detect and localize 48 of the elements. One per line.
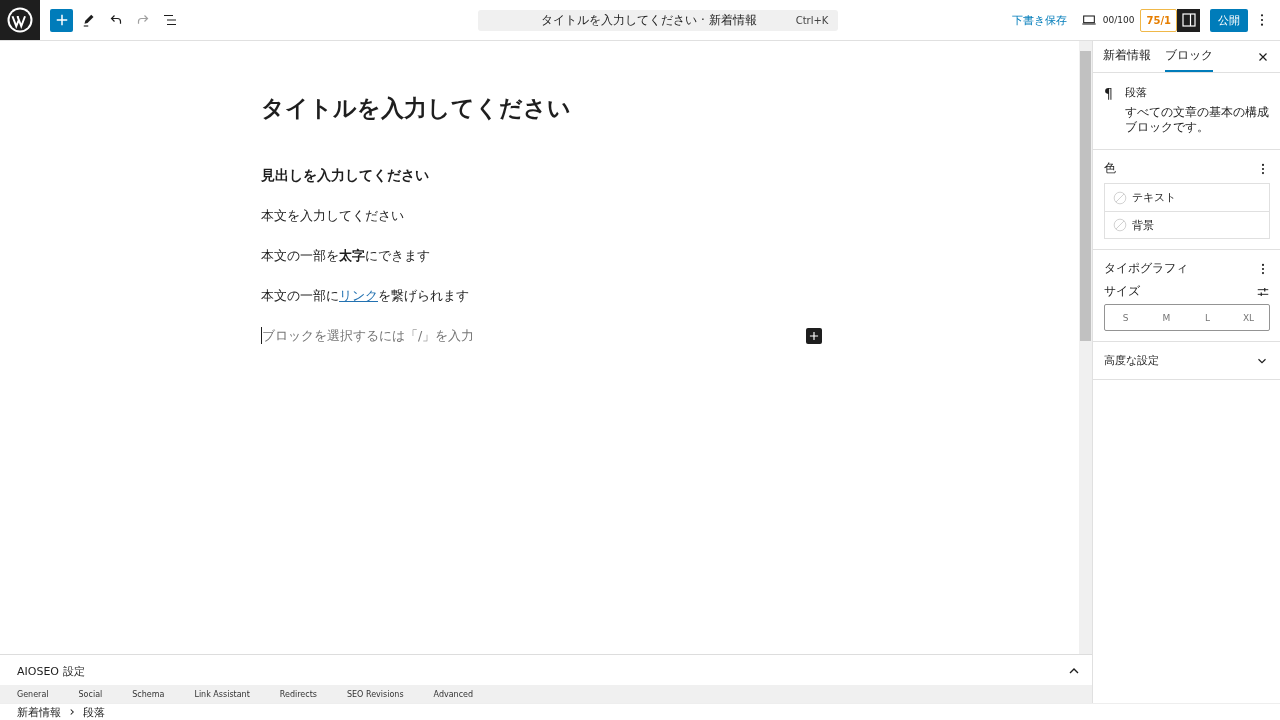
add-block-button[interactable]: [806, 327, 822, 344]
sidebar-icon: [1179, 11, 1198, 29]
no-color-swatch-icon: [1113, 190, 1127, 205]
seo-tab[interactable]: Redirects: [279, 689, 317, 699]
seo-tab[interactable]: Advanced: [433, 689, 474, 699]
size-option[interactable]: L: [1187, 305, 1228, 330]
shortcut-label: Ctrl+K: [795, 14, 829, 26]
section-title[interactable]: 高度な設定: [1104, 353, 1159, 368]
paragraph-icon: ¶: [1104, 85, 1113, 135]
breadcrumb-item[interactable]: 新着情報: [17, 704, 61, 720]
post-title[interactable]: タイトルを入力してください: [261, 93, 1079, 123]
block-placeholder[interactable]: ブロックを選択するには「/」を入力: [261, 327, 475, 344]
color-option[interactable]: 背景: [1105, 211, 1269, 238]
block-description: すべての文章の基本の構成ブロックです。: [1124, 105, 1269, 135]
seo-tab[interactable]: Social: [78, 689, 103, 699]
site-logo[interactable]: [0, 0, 40, 40]
paragraph-block[interactable]: 本文の一部に リンク を繋げられます: [261, 287, 822, 304]
size-option[interactable]: XL: [1228, 305, 1269, 330]
heading-block[interactable]: 見出しを入力してください: [261, 167, 822, 184]
document-title: タイトルを入力してください · 新着情報: [540, 11, 758, 29]
size-option[interactable]: S: [1105, 305, 1146, 330]
seo-tab[interactable]: Schema: [132, 689, 165, 699]
panel-title: AIOSEO 設定: [17, 663, 85, 679]
sidebar-toggle-button[interactable]: [1177, 8, 1200, 32]
seo-score[interactable]: 00/100: [1102, 15, 1135, 25]
text-link[interactable]: リンク: [339, 288, 378, 303]
save-draft-link[interactable]: 下書き保存: [1011, 12, 1067, 28]
section-title: タイポグラフィ: [1104, 260, 1188, 277]
paragraph-block[interactable]: 本文を入力してください: [261, 207, 822, 224]
seo-tab[interactable]: SEO Revisions: [346, 689, 404, 699]
block-name: 段落: [1124, 85, 1148, 100]
command-bar[interactable]: タイトルを入力してください · 新着情報 Ctrl+K: [478, 9, 839, 31]
field-label: サイズ: [1104, 283, 1140, 300]
seo-tab[interactable]: General: [17, 689, 49, 699]
publish-button[interactable]: 公開: [1210, 8, 1248, 32]
no-color-swatch-icon: [1113, 218, 1127, 232]
breadcrumb-item[interactable]: 段落: [83, 704, 105, 720]
sidebar-tab[interactable]: 新着情報: [1103, 41, 1151, 72]
sidebar-tab[interactable]: ブロック: [1165, 41, 1213, 72]
color-option[interactable]: テキスト: [1105, 184, 1269, 211]
scrollbar[interactable]: [1079, 41, 1092, 654]
section-title: 色: [1104, 160, 1116, 177]
laptop-icon[interactable]: [1080, 12, 1097, 28]
wordpress-logo-icon: [5, 5, 35, 35]
size-option[interactable]: M: [1146, 305, 1187, 330]
seo-tab[interactable]: Link Assistant: [194, 689, 250, 699]
add-button[interactable]: [50, 8, 73, 32]
paragraph-block[interactable]: 本文の一部を太字にできます: [261, 247, 822, 264]
